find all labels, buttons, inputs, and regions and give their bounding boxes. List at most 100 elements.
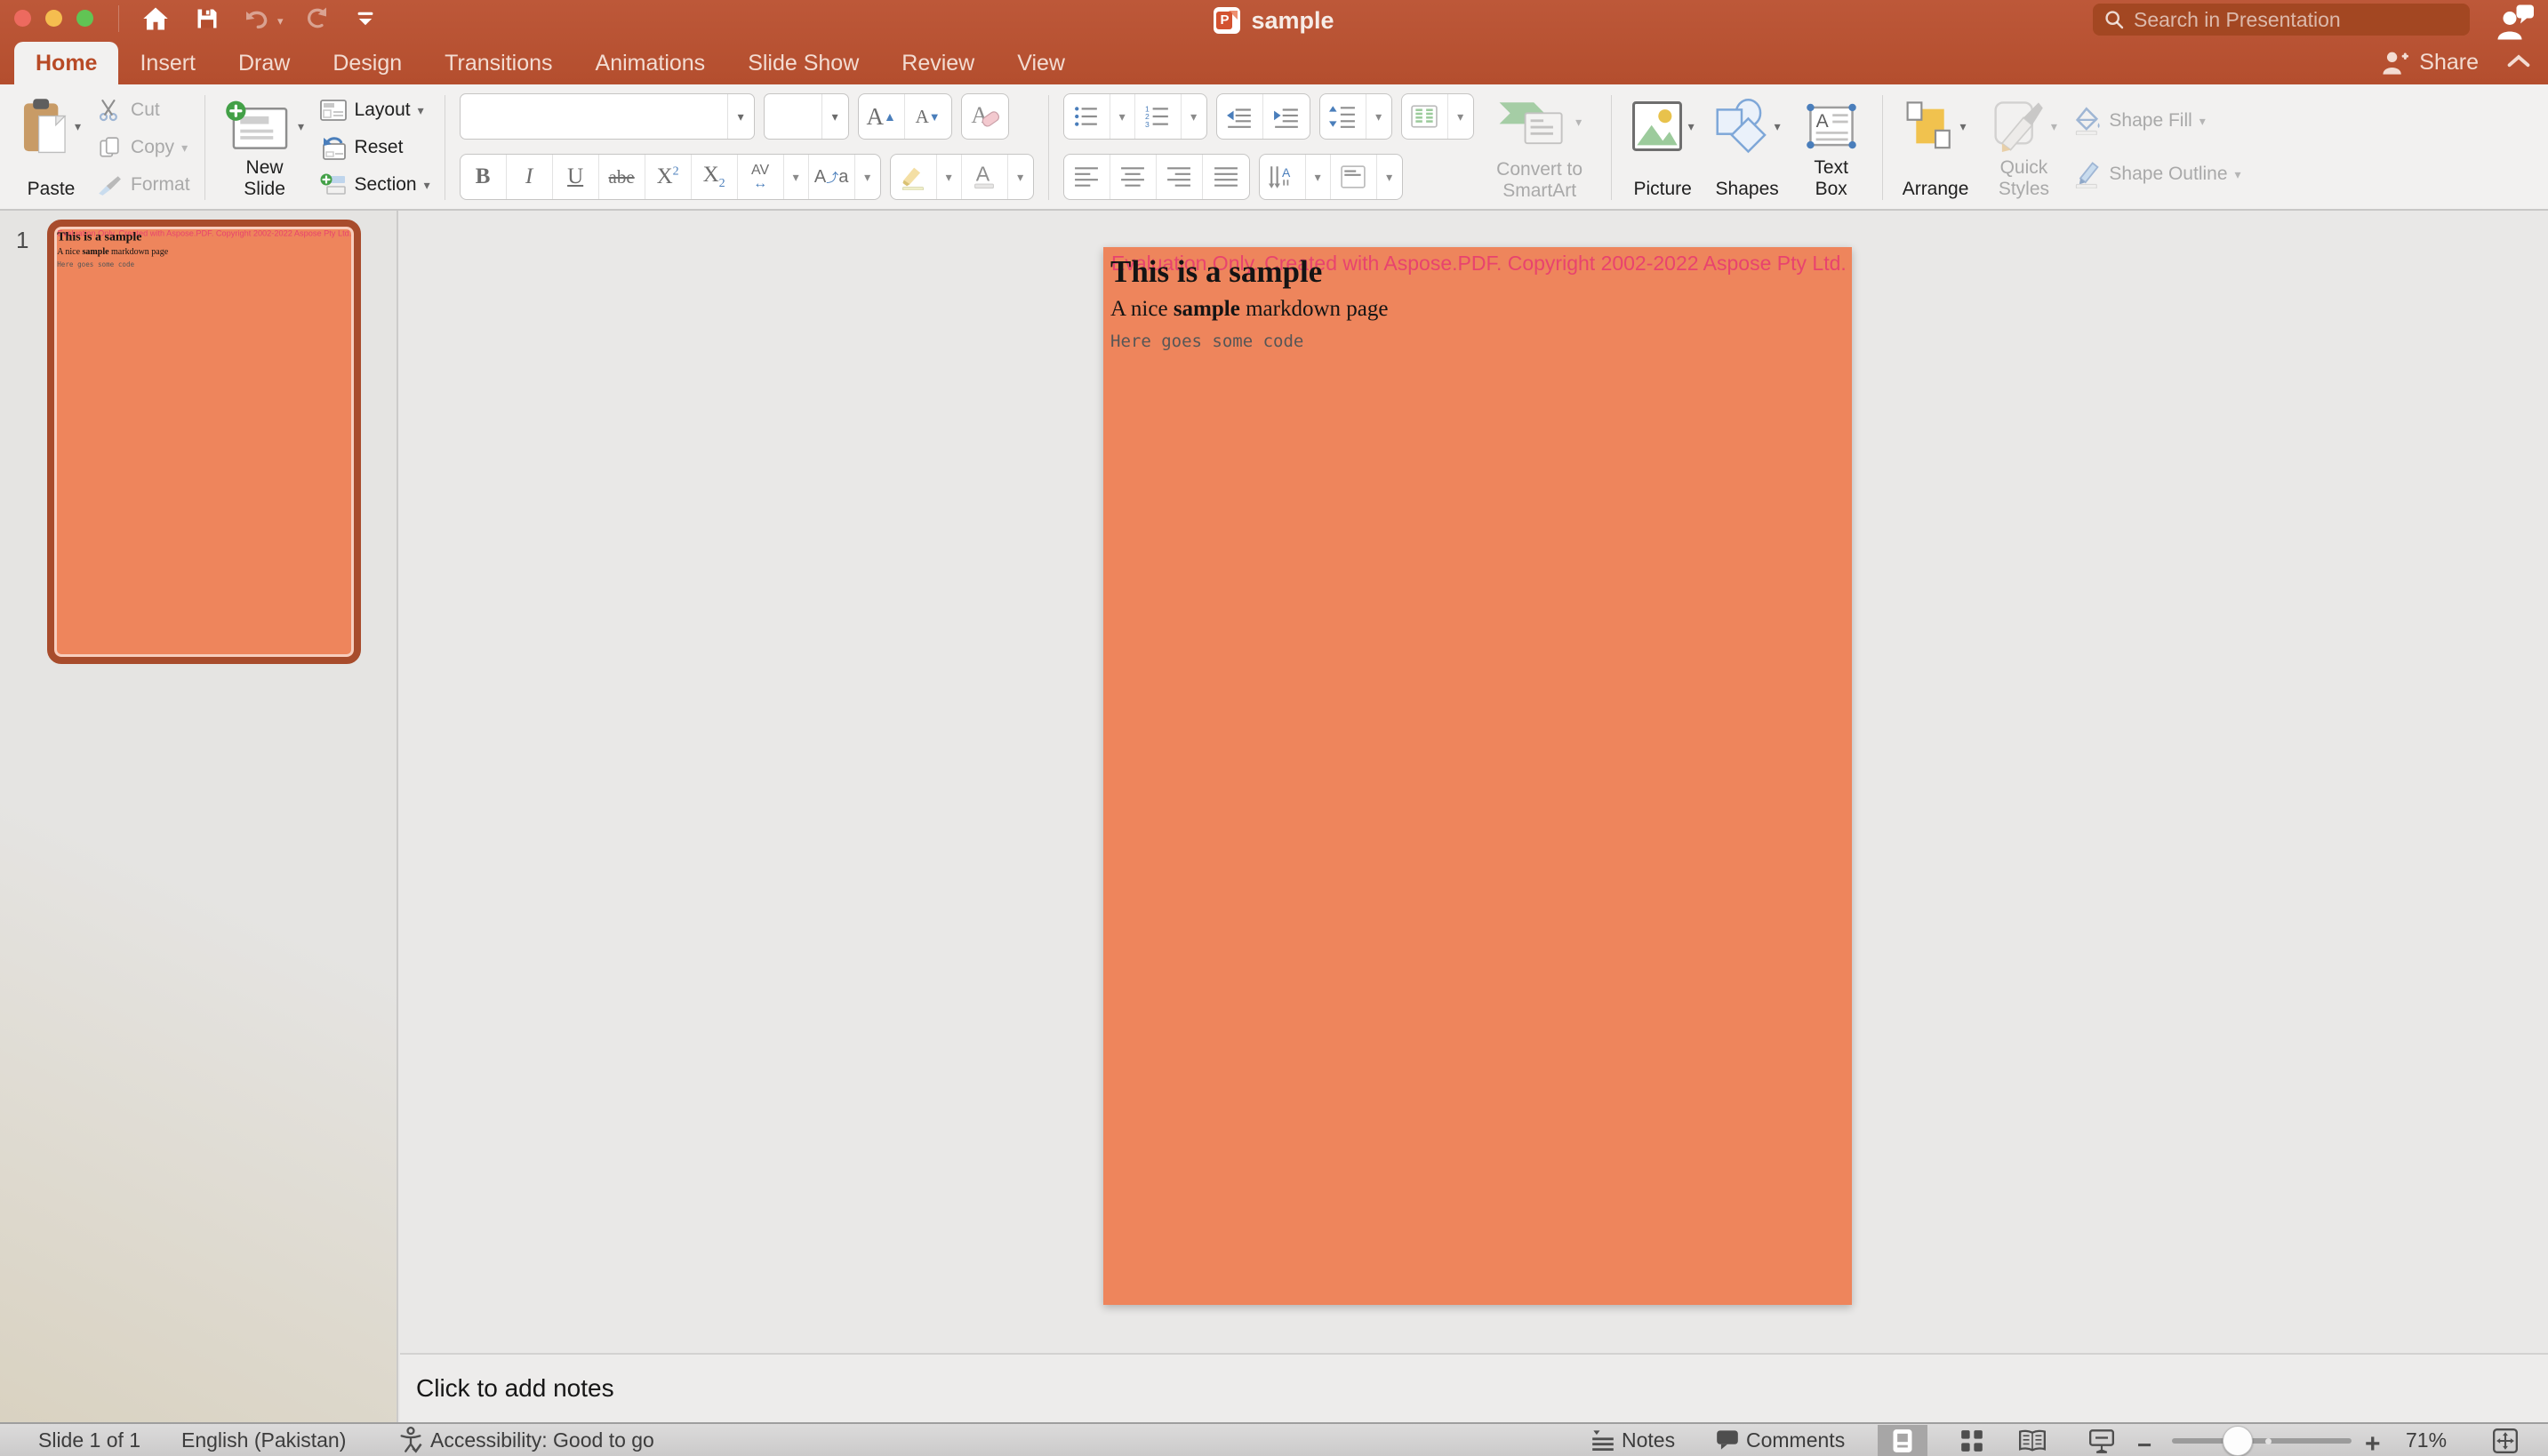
convert-to-smartart-button[interactable]: ▾ Convert to SmartArt [1483,92,1597,204]
highlight-color-button[interactable] [891,155,937,199]
font-name-combobox[interactable]: ▾ [460,93,755,140]
tab-transitions[interactable]: Transitions [423,42,573,84]
layout-button[interactable]: Layout ▾ [319,93,430,127]
tab-animations[interactable]: Animations [574,42,727,84]
clear-formatting-button[interactable]: A [962,94,1008,139]
numbering-button[interactable]: 123 [1135,94,1182,139]
copy-icon [99,136,120,159]
bullets-button[interactable] [1064,94,1110,139]
reading-view-button[interactable] [2007,1425,2057,1456]
shape-outline-button[interactable]: Shape Outline ▾ [2073,157,2240,191]
bold-button[interactable]: B [461,155,507,199]
highlight-dropdown-arrow-icon[interactable]: ▾ [937,155,962,199]
bullets-dropdown-arrow-icon[interactable]: ▾ [1110,94,1135,139]
columns-button[interactable] [1402,94,1448,139]
strikethrough-button[interactable]: abe [599,155,645,199]
tab-insert[interactable]: Insert [118,42,217,84]
text-direction-dropdown-arrow-icon[interactable]: ▾ [1306,155,1331,199]
character-spacing-dropdown-arrow-icon[interactable]: ▾ [784,155,809,199]
picture-icon [1631,100,1683,152]
slide[interactable]: Evaluation Only. Created with Aspose.PDF… [1103,247,1852,1305]
subscript-button[interactable]: X2 [692,155,738,199]
zoom-in-button[interactable]: + [2365,1429,2381,1456]
accessibility-status[interactable]: Accessibility: Good to go [398,1427,654,1453]
justify-button[interactable] [1203,155,1249,199]
account-person-icon [2495,4,2536,41]
section-button[interactable]: Section ▾ [319,168,430,202]
align-text-dropdown-arrow-icon[interactable]: ▾ [1377,155,1402,199]
tab-draw[interactable]: Draw [217,42,311,84]
copy-button[interactable]: Copy ▾ [95,131,190,164]
slide-sorter-view-button[interactable] [1947,1425,1997,1456]
text-direction-icon: A [1269,165,1295,188]
clear-formatting-icon: A [969,101,1001,132]
tab-review[interactable]: Review [880,42,996,84]
zoom-slider-track[interactable] [2172,1438,2352,1444]
line-spacing-dropdown-arrow-icon[interactable]: ▾ [1366,94,1391,139]
search-input[interactable] [2134,8,2459,32]
italic-button[interactable]: I [507,155,553,199]
zoom-out-button[interactable]: − [2137,1431,2151,1456]
font-color-dropdown-arrow-icon[interactable]: ▾ [1008,155,1033,199]
font-color-button[interactable]: A [962,155,1008,199]
columns-dropdown-arrow-icon[interactable]: ▾ [1448,94,1473,139]
notes-pane[interactable]: Click to add notes [400,1353,2548,1422]
slide-thumbnail[interactable]: Evaluation Only. Created with Aspose.PDF… [47,220,361,664]
align-right-button[interactable] [1157,155,1203,199]
quick-styles-button[interactable]: ▾ Quick Styles [1983,92,2064,204]
character-spacing-button[interactable]: AV↔ [738,155,784,199]
search-box[interactable] [2093,4,2470,36]
new-slide-button[interactable]: ▾ New Slide [220,92,310,204]
decrease-indent-button[interactable] [1217,94,1263,139]
increase-indent-button[interactable] [1263,94,1310,139]
comments-toggle-button[interactable]: Comments [1716,1428,1845,1452]
account-button[interactable] [2495,4,2536,39]
shape-fill-button[interactable]: Shape Fill ▾ [2073,104,2240,138]
text-box-label: Text Box [1800,157,1863,200]
character-spacing-icon: AV [751,164,769,177]
align-center-button[interactable] [1110,155,1157,199]
line-spacing-button[interactable] [1320,94,1366,139]
font-size-combobox[interactable]: ▾ [764,93,849,140]
fit-slide-to-window-button[interactable] [2480,1425,2530,1456]
notes-toggle-button[interactable]: Notes [1591,1428,1675,1452]
change-case-dropdown-arrow-icon[interactable]: ▾ [855,155,880,199]
slideshow-icon [2089,1428,2114,1453]
align-text-button[interactable] [1331,155,1377,199]
decrease-font-size-button[interactable]: A▼ [905,94,951,139]
shapes-button[interactable]: ▾ Shapes [1709,92,1786,204]
slideshow-button[interactable] [2077,1425,2127,1456]
smartart-icon [1497,96,1568,148]
reset-button[interactable]: Reset [319,131,430,164]
language-status[interactable]: English (Pakistan) [181,1428,346,1452]
text-direction-button[interactable]: A [1260,155,1306,199]
reading-view-icon [2019,1429,2046,1452]
zoom-level[interactable]: 71% [2406,1428,2447,1452]
format-painter-button[interactable]: Format [95,168,190,202]
paste-button[interactable]: ▾ Paste [16,92,86,204]
tab-view[interactable]: View [996,42,1086,84]
tab-slide-show[interactable]: Slide Show [726,42,880,84]
cut-button[interactable]: Cut [95,93,190,127]
change-case-button[interactable]: A⤴a [809,155,855,199]
text-box-button[interactable]: A Text Box [1795,92,1868,204]
normal-view-button[interactable] [1878,1425,1927,1456]
underline-button[interactable]: U [553,155,599,199]
notes-placeholder[interactable]: Click to add notes [416,1374,614,1403]
bullets-icon [1074,105,1099,128]
numbering-dropdown-arrow-icon[interactable]: ▾ [1182,94,1206,139]
picture-button[interactable]: ▾ Picture [1626,92,1700,204]
zoom-slider-knob[interactable] [2223,1426,2253,1456]
increase-font-size-button[interactable]: A▲ [859,94,905,139]
slide-editing-canvas[interactable]: Evaluation Only. Created with Aspose.PDF… [400,211,2548,1353]
status-bar: Slide 1 of 1 English (Pakistan) Accessib… [0,1422,2548,1456]
arrange-button[interactable]: ▾ Arrange [1897,92,1975,204]
collapse-ribbon-button[interactable] [2507,52,2530,73]
share-button[interactable]: Share [2380,49,2479,76]
tab-home[interactable]: Home [14,42,118,84]
numbering-icon: 123 [1145,105,1170,128]
tab-design[interactable]: Design [311,42,423,84]
columns-icon [1411,105,1438,128]
superscript-button[interactable]: X2 [645,155,692,199]
align-left-button[interactable] [1064,155,1110,199]
